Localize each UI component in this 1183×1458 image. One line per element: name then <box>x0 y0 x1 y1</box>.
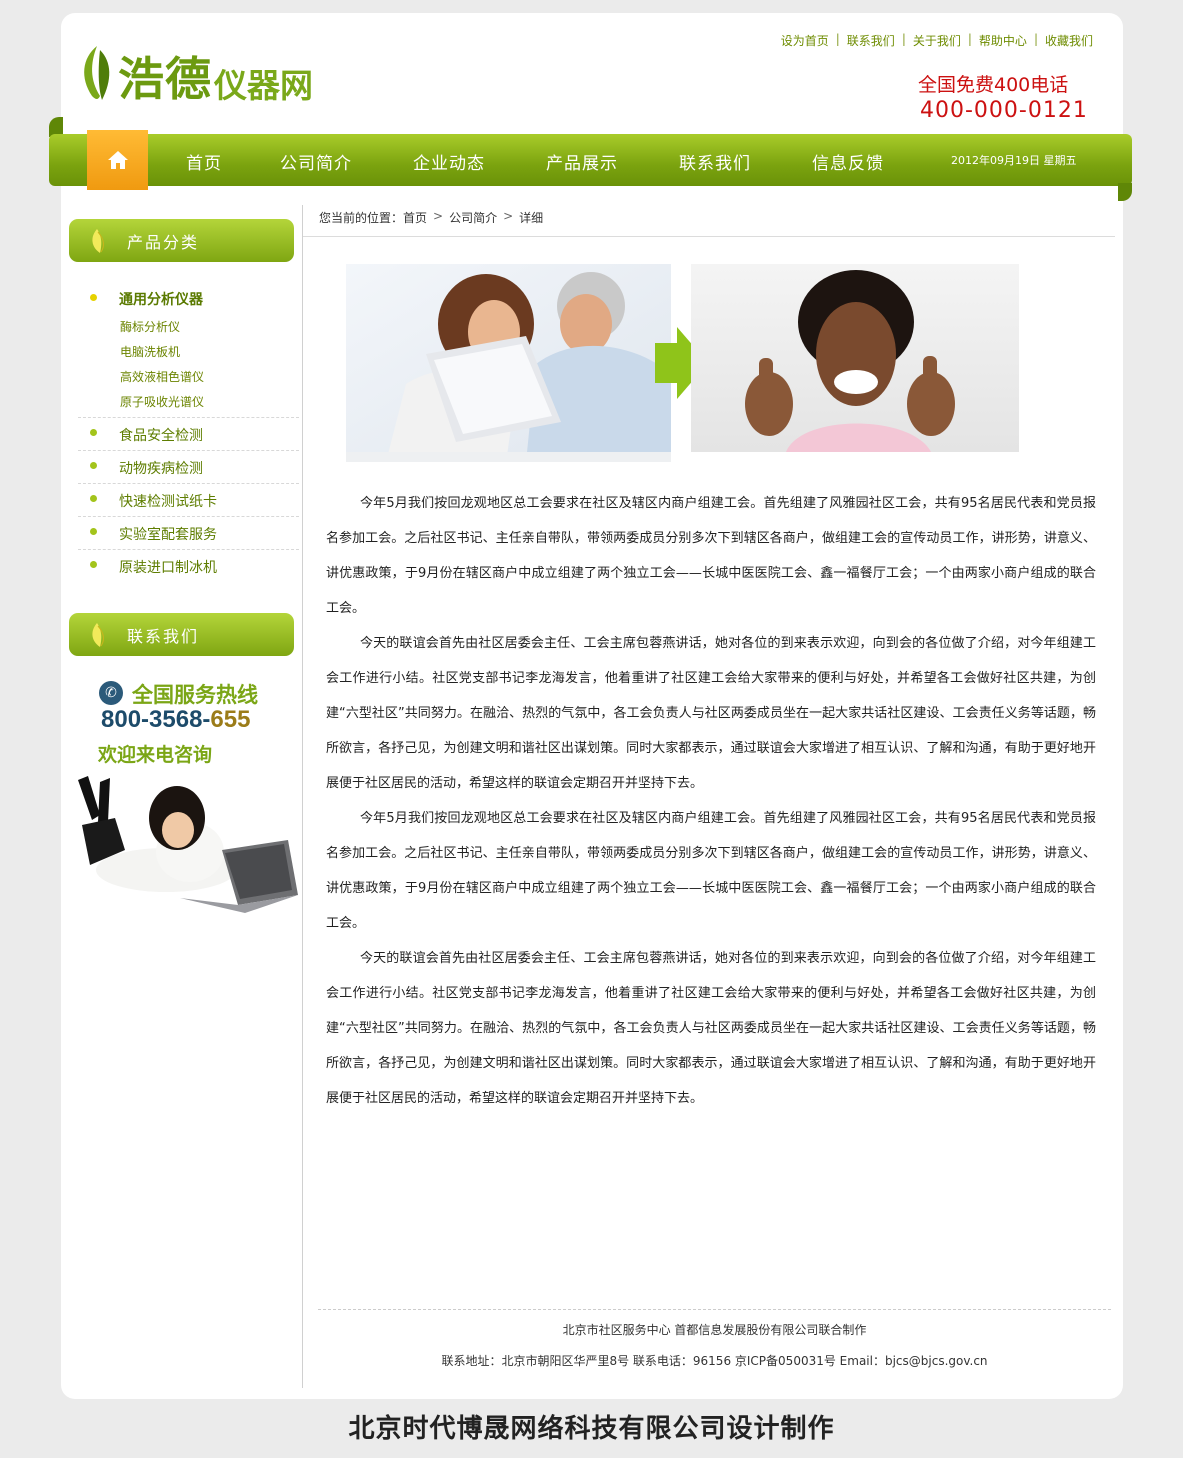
sub-item-washer[interactable]: 电脑洗板机 <box>120 343 180 360</box>
hotline-title: 全国免费400电话 <box>918 74 1069 96</box>
sub-item-hplc[interactable]: 高效液相色谱仪 <box>120 368 204 385</box>
category-ice-machine[interactable]: 原装进口制冰机 <box>119 557 217 577</box>
breadcrumb-divider <box>303 236 1115 237</box>
hotline-number: 400-000-0121 <box>920 98 1088 123</box>
breadcrumb-home[interactable]: 首页 <box>403 209 427 226</box>
happy-woman-image <box>691 264 1019 452</box>
article-paragraph: 今年5月我们按回龙观地区总工会要求在社区及辖区内商户组建工会。首先组建了风雅园社… <box>326 811 1096 931</box>
service-welcome: 欢迎来电咨询 <box>98 744 213 766</box>
article-paragraph: 今年5月我们按回龙观地区总工会要求在社区及辖区内商户组建工会。首先组建了风雅园社… <box>326 496 1096 616</box>
category-title: 产品分类 <box>127 232 200 252</box>
category-test-strips[interactable]: 快速检测试纸卡 <box>119 491 217 511</box>
nav-company-intro[interactable]: 公司简介 <box>280 149 352 174</box>
breadcrumb-company[interactable]: 公司简介 <box>449 209 497 226</box>
woman-laptop-image <box>78 776 298 913</box>
category-header: 产品分类 <box>69 219 294 262</box>
top-link-about[interactable]: 关于我们 <box>913 32 961 49</box>
top-link-help[interactable]: 帮助中心 <box>979 32 1027 49</box>
nav-company-news[interactable]: 企业动态 <box>413 149 485 174</box>
home-icon-button[interactable] <box>87 130 148 190</box>
couple-laptop-image <box>346 264 671 462</box>
design-credit: 北京时代博晟网络科技有限公司设计制作 <box>348 1414 835 1444</box>
bullet-icon <box>90 429 97 436</box>
contact-title: 联系我们 <box>127 626 200 646</box>
logo-main-text: 浩德 <box>118 52 212 106</box>
top-link-contact[interactable]: 联系我们 <box>847 32 895 49</box>
phone-icon: ✆ <box>99 681 123 705</box>
logo-sub-text: 仪器网 <box>214 66 313 105</box>
bullet-icon <box>90 462 97 469</box>
category-main-block: 通用分析仪器 酶标分析仪 电脑洗板机 高效液相色谱仪 原子吸收光谱仪 食品安全检… <box>78 285 299 583</box>
service-hotline-number: 800-3568-655 <box>101 706 250 734</box>
bullet-icon <box>90 561 97 568</box>
footer-divider <box>318 1309 1111 1310</box>
article-paragraph: 今天的联谊会首先由社区居委会主任、工会主席包蓉燕讲话，她对各位的到来表示欢迎，向… <box>326 636 1096 791</box>
category-lab-services[interactable]: 实验室配套服务 <box>119 524 217 544</box>
sub-item-aas[interactable]: 原子吸收光谱仪 <box>120 393 204 410</box>
article-paragraph: 今天的联谊会首先由社区居委会主任、工会主席包蓉燕讲话，她对各位的到来表示欢迎，向… <box>326 951 1096 1106</box>
list-item[interactable]: 原装进口制冰机 <box>78 550 299 583</box>
chevron-right-icon: > <box>433 209 444 223</box>
site-logo[interactable]: 浩德 仪器网 <box>80 44 313 102</box>
list-item[interactable]: 食品安全检测 <box>78 418 299 451</box>
category-food-safety[interactable]: 食品安全检测 <box>119 425 203 445</box>
nav-products[interactable]: 产品展示 <box>546 149 618 174</box>
article-body: 今年5月我们按回龙观地区总工会要求在社区及辖区内商户组建工会。首先组建了风雅园社… <box>326 486 1096 1116</box>
footer-contact: 联系地址：北京市朝阳区华严里8号 联系电话：96156 京ICP备050031号… <box>441 1354 988 1368</box>
content-divider <box>302 205 303 1388</box>
list-item[interactable]: 快速检测试纸卡 <box>78 484 299 517</box>
breadcrumb-prefix: 您当前的位置： <box>319 211 404 225</box>
top-link-favorite[interactable]: 收藏我们 <box>1045 32 1093 49</box>
service-number-suffix: 655 <box>210 706 251 733</box>
nav-date: 2012年09月19日 星期五 <box>951 154 1077 167</box>
house-icon <box>107 151 128 169</box>
nav-ribbon-fold-right <box>1118 183 1132 201</box>
nav-contact[interactable]: 联系我们 <box>679 149 751 174</box>
bullet-icon <box>90 528 97 535</box>
sub-item-elisa[interactable]: 酶标分析仪 <box>120 318 180 335</box>
footer-producers: 北京市社区服务中心 首都信息发展股份有限公司联合制作 <box>562 1323 867 1337</box>
service-number-main: 800-3568- <box>101 706 211 733</box>
list-item[interactable]: 动物疾病检测 <box>78 451 299 484</box>
leaf-icon <box>92 228 104 253</box>
top-link-set-home[interactable]: 设为首页 <box>781 32 829 49</box>
breadcrumb: 您当前的位置： 首页 > 公司简介 > 详细 <box>319 209 543 226</box>
top-links: 设为首页 | 联系我们 | 关于我们 | 帮助中心 | 收藏我们 <box>780 32 1093 49</box>
chevron-right-icon: > <box>503 209 514 223</box>
service-hotline-title: 全国服务热线 <box>132 683 258 707</box>
breadcrumb-detail: 详细 <box>519 211 544 225</box>
category-animal-disease[interactable]: 动物疾病检测 <box>119 458 203 478</box>
leaf-logo-icon <box>84 46 110 100</box>
category-main[interactable]: 通用分析仪器 <box>119 289 203 309</box>
nav-home[interactable]: 首页 <box>186 149 222 174</box>
list-item[interactable]: 实验室配套服务 <box>78 517 299 550</box>
bullet-icon <box>90 495 97 502</box>
leaf-icon <box>92 622 104 647</box>
bullet-icon <box>90 294 97 301</box>
contact-header: 联系我们 <box>69 613 294 656</box>
nav-feedback[interactable]: 信息反馈 <box>812 149 884 174</box>
